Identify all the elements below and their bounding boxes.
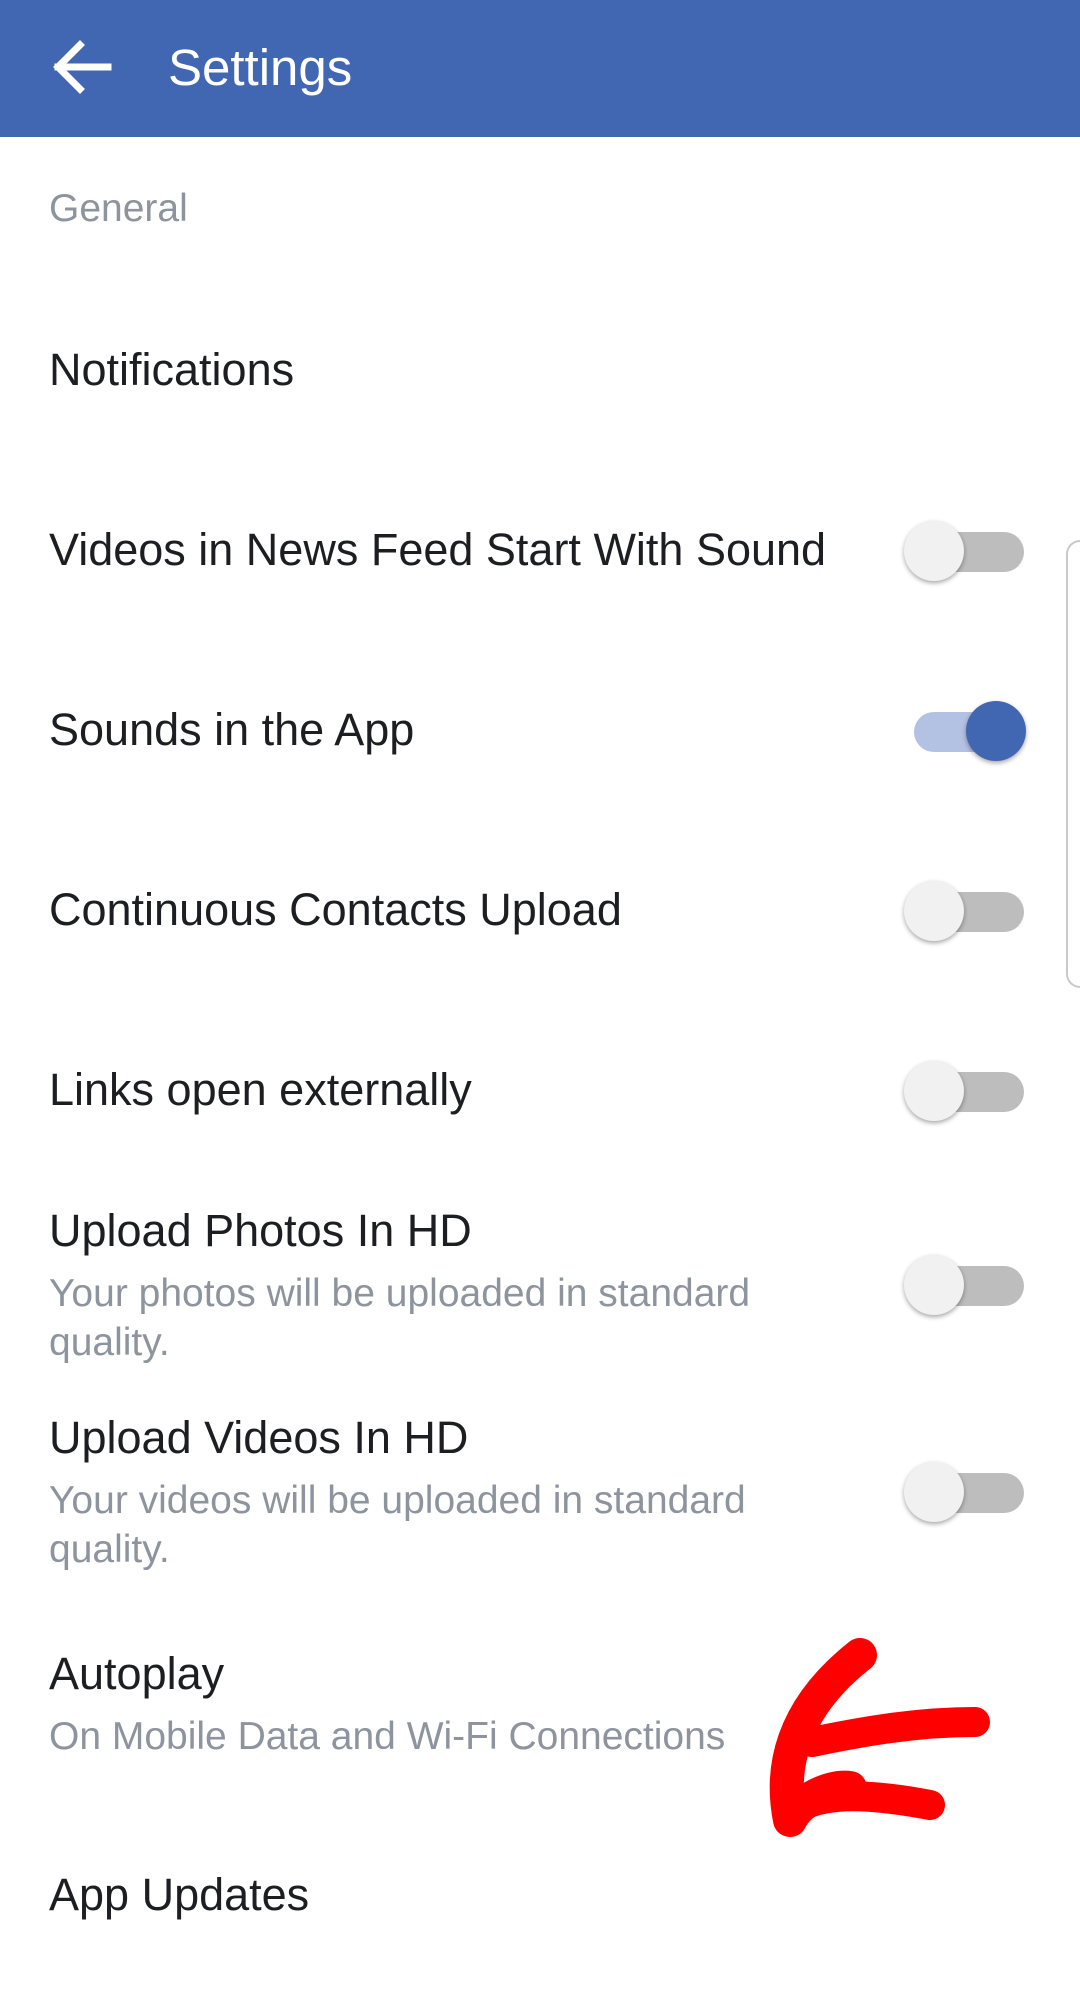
setting-title: Sounds in the App <box>49 704 415 755</box>
setting-title: App Updates <box>49 1869 310 1920</box>
videos-hd-toggle[interactable] <box>904 1459 1026 1525</box>
setting-app-updates[interactable]: App Updates <box>0 1845 1066 1955</box>
setting-title: Continuous Contacts Upload <box>49 884 622 935</box>
setting-subtitle: On Mobile Data and Wi-Fi Connections <box>49 1715 726 1758</box>
setting-subtitle: Your photos will be uploaded in standard… <box>49 1272 751 1364</box>
setting-title: Videos in News Feed Start With Sound <box>49 524 827 575</box>
setting-notifications[interactable]: Notifications <box>0 320 1066 430</box>
setting-title: Upload Photos In HD <box>49 1205 472 1256</box>
links-external-toggle[interactable] <box>904 1058 1026 1124</box>
toggle-thumb <box>904 1061 964 1121</box>
toggle-thumb <box>904 1462 964 1522</box>
setting-autoplay[interactable]: Autoplay On Mobile Data and Wi-Fi Connec… <box>0 1643 1066 1773</box>
setting-links-external[interactable]: Links open externally <box>0 1040 1066 1150</box>
toggle-thumb <box>904 1255 964 1315</box>
photos-hd-toggle[interactable] <box>904 1252 1026 1318</box>
setting-title: Autoplay <box>49 1648 225 1699</box>
scroll-indicator[interactable] <box>1066 540 1080 988</box>
sounds-app-toggle[interactable] <box>904 698 1026 764</box>
videos-sound-toggle[interactable] <box>904 518 1026 584</box>
setting-photos-hd[interactable]: Upload Photos In HD Your photos will be … <box>0 1200 1066 1370</box>
app-bar: Settings <box>0 0 1080 137</box>
setting-videos-hd[interactable]: Upload Videos In HD Your videos will be … <box>0 1407 1066 1577</box>
setting-sounds-app[interactable]: Sounds in the App <box>0 680 1066 790</box>
toggle-thumb <box>966 701 1026 761</box>
setting-title: Links open externally <box>49 1064 472 1115</box>
contacts-upload-toggle[interactable] <box>904 878 1026 944</box>
setting-subtitle: Your videos will be uploaded in standard… <box>49 1479 746 1571</box>
back-button[interactable] <box>46 31 118 103</box>
toggle-thumb <box>904 521 964 581</box>
section-header-general: General <box>49 187 188 230</box>
setting-title: Notifications <box>49 344 295 395</box>
setting-contacts-upload[interactable]: Continuous Contacts Upload <box>0 860 1066 970</box>
arrow-left-icon <box>53 40 112 94</box>
toggle-thumb <box>904 881 964 941</box>
settings-screen: Settings General Notifications Videos in… <box>0 0 1080 1995</box>
setting-videos-sound[interactable]: Videos in News Feed Start With Sound <box>0 500 1066 610</box>
setting-title: Upload Videos In HD <box>49 1412 469 1463</box>
page-title: Settings <box>168 39 353 96</box>
